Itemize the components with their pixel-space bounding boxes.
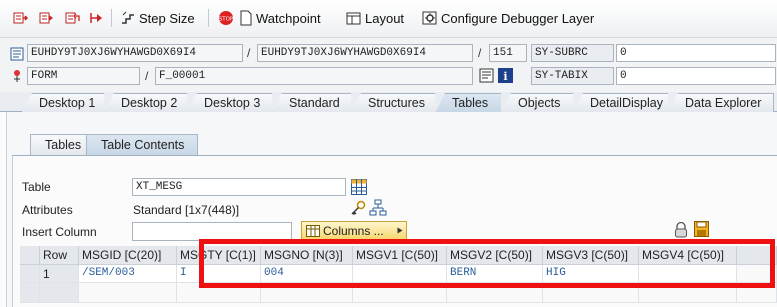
watchpoint-label: Watchpoint [256,10,321,26]
column-header-msgv2[interactable]: MSGV2 [C(50)] [447,246,543,265]
layout-icon [346,12,361,25]
columns-button-label: Columns ... [323,224,384,238]
stop-icon: STOP [219,11,234,25]
columns-icon [306,225,320,237]
return-icon[interactable] [64,8,80,28]
document-icon [240,10,252,26]
insert-column-label: Insert Column [22,225,97,239]
tab-desktop-1[interactable]: Desktop 1 [22,93,108,113]
execute-icon[interactable] [38,8,54,28]
event-type-field[interactable]: FORM [27,67,140,85]
info-icon[interactable]: i [498,68,513,86]
sy-tabix-value[interactable]: 0 [616,67,776,85]
layout-button[interactable]: Layout [346,8,404,28]
column-header-msgv4[interactable]: MSGV4 [C(50)] [639,246,737,265]
key-icon[interactable] [350,200,366,219]
column-header-row[interactable]: Row [40,246,79,265]
toolbar-separator [208,9,209,27]
column-header-filler [737,246,777,265]
cell-msgv1[interactable] [353,265,447,283]
empty-row-number [40,283,79,303]
empty-row-selector [20,283,40,303]
empty-cell [447,283,543,303]
single-step-icon[interactable] [12,8,28,28]
tab-tables[interactable]: Tables [435,93,508,113]
separator-slash: / [145,69,149,83]
include-program-field[interactable]: EUHDY9TJ0XJ6WYHAWGD0X69I4 [257,44,473,62]
row-selector-header[interactable] [20,246,40,265]
columns-button[interactable]: Columns ... [301,221,407,241]
chevron-right-icon [397,227,403,234]
cell-msgv2[interactable]: BERN [447,265,543,283]
tab-objects[interactable]: Objects [501,93,575,113]
cell-msgv3[interactable]: HIG [543,265,639,283]
cell-msgno[interactable]: 004 [261,265,353,283]
empty-cell [737,283,777,303]
tab-structures[interactable]: Structures [351,93,437,113]
empty-cell [543,283,639,303]
tab-data-explorer[interactable]: Data Explorer [668,93,774,113]
program-context-area: EUHDY9TJ0XJ6WYHAWGD0X69I4 / EUHDY9TJ0XJ6… [0,38,777,92]
tab-desktop-3[interactable]: Desktop 3 [187,93,273,113]
table-label: Table [22,180,51,194]
column-header-msgty[interactable]: MSGTY [C(1)] [177,246,261,265]
tab-detail-display[interactable]: DetailDisplay [573,93,671,113]
svg-text:STOP: STOP [219,17,234,23]
empty-cell [177,283,261,303]
configure-icon [422,11,437,25]
main-program-field[interactable]: EUHDY9TJ0XJ6WYHAWGD0X69I4 [27,44,243,62]
step-size-button[interactable]: Step Size [120,8,195,28]
attributes-label: Attributes [22,203,73,217]
continue-icon[interactable] [88,8,104,28]
separator-slash: / [478,46,482,60]
row-selector[interactable] [20,265,40,283]
empty-cell [353,283,447,303]
table-contents-grid: Row MSGID [C(20)] MSGTY [C(1)] MSGNO [N(… [20,246,777,307]
save-icon[interactable] [694,221,709,240]
separator-slash: / [247,46,251,60]
step-size-icon [122,11,134,24]
empty-cell [639,283,737,303]
configure-debugger-layer-button[interactable]: Configure Debugger Layer [422,8,594,28]
table-view-icon[interactable] [351,179,367,198]
column-header-msgv3[interactable]: MSGV3 [C(50)] [543,246,639,265]
column-header-msgno[interactable]: MSGNO [N(3)] [261,246,353,265]
sysvar-name-1: SY-SUBRC [531,44,614,62]
tab-table-contents[interactable]: Table Contents [86,134,198,155]
tab-desktop-2[interactable]: Desktop 2 [104,93,190,113]
cell-msgid[interactable]: /SEM/003 [79,265,177,283]
debugger-toolbar: Step Size STOP Watchpoint Layout Configu… [0,0,777,38]
lock-icon[interactable] [674,221,688,241]
insert-column-input[interactable] [132,222,292,241]
tab-standard[interactable]: Standard [272,93,354,113]
sy-subrc-value[interactable]: 0 [616,44,776,62]
column-header-msgid[interactable]: MSGID [C(20)] [79,246,177,265]
hierarchy-icon[interactable] [369,199,387,220]
tab-inner-tables[interactable]: Tables [30,134,92,155]
layout-label: Layout [365,10,405,26]
cell-msgv4[interactable] [639,265,737,283]
attributes-value: Standard [1x7(448)] [133,203,240,217]
configure-label: Configure Debugger Layer [441,10,595,26]
step-size-label: Step Size [139,10,195,26]
empty-cell [79,283,177,303]
column-header-msgv1[interactable]: MSGV1 [C(50)] [353,246,447,265]
line-number-field[interactable]: 151 [489,44,527,62]
cell-msgty[interactable]: I [177,265,261,283]
source-code-icon[interactable] [479,68,494,86]
event-name-field[interactable]: F_00001 [155,67,473,85]
event-icon [10,69,24,86]
table-row-number: 1 [40,265,79,283]
program-icon [10,47,24,64]
table-name-input[interactable]: XT_MESG [132,178,346,196]
cell-filler [737,265,777,283]
empty-cell [261,283,353,303]
toolbar-separator [111,9,112,27]
watchpoint-button[interactable]: STOP Watchpoint [218,8,321,28]
desktop-tab-strip: Desktop 1 Desktop 2 Desktop 3 Standard S… [0,92,777,113]
sysvar-name-2: SY-TABIX [531,67,614,85]
svg-text:i: i [503,70,507,83]
